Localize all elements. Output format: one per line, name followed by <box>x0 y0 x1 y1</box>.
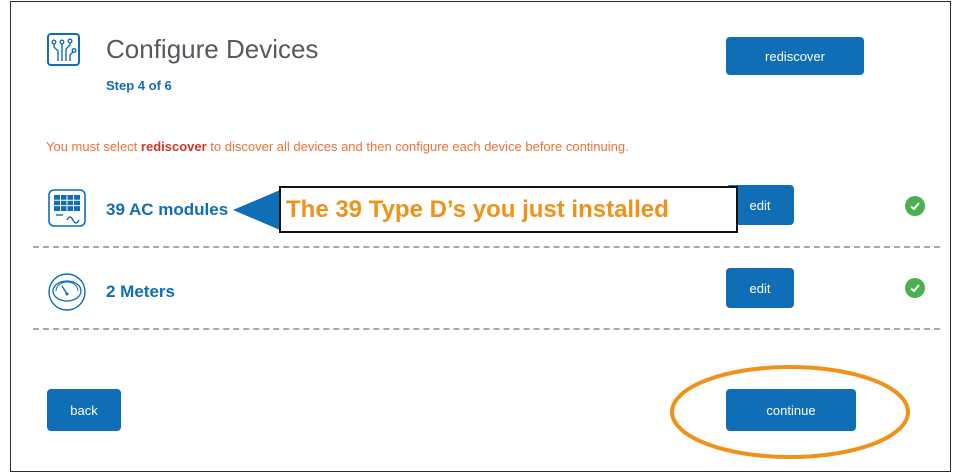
row-divider <box>33 246 940 248</box>
check-icon <box>905 278 925 298</box>
highlight-ring <box>668 362 912 467</box>
notice-suffix: to discover all devices and then configu… <box>206 139 629 154</box>
callout-arrow-icon <box>233 190 281 235</box>
ac-modules-label[interactable]: 39 AC modules <box>106 200 228 220</box>
row-divider <box>33 328 940 330</box>
rediscover-button[interactable]: rediscover <box>726 37 864 75</box>
instruction-notice: You must select rediscover to discover a… <box>46 139 629 154</box>
callout-annotation: The 39 Type D’s you just installed <box>279 186 738 233</box>
notice-emphasis: rediscover <box>140 139 207 154</box>
meter-gauge-icon <box>47 272 87 312</box>
check-icon <box>905 196 925 216</box>
back-button[interactable]: back <box>47 389 121 431</box>
edit-meters-button[interactable]: edit <box>726 268 794 308</box>
page-title: Configure Devices <box>106 34 319 64</box>
meters-label[interactable]: 2 Meters <box>106 282 175 302</box>
solar-panel-icon <box>47 188 87 228</box>
configure-devices-icon <box>47 33 80 66</box>
notice-prefix: You must select <box>46 139 141 154</box>
step-indicator: Step 4 of 6 <box>106 78 172 93</box>
